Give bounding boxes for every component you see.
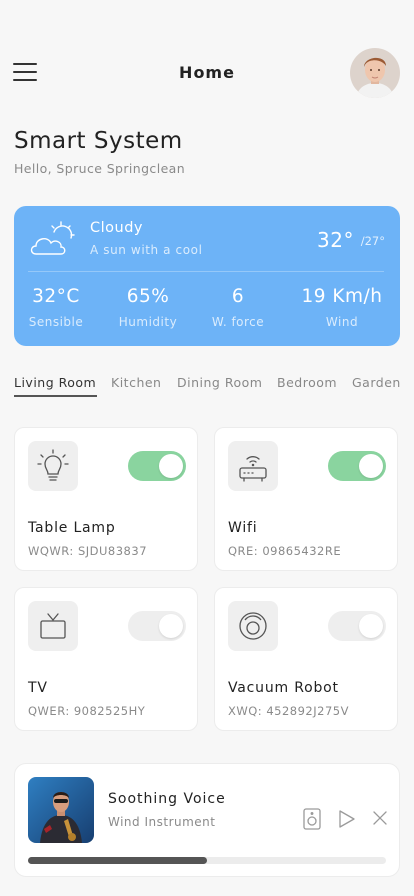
track-subtitle: Wind Instrument [108, 815, 216, 829]
stat-label: Wind [325, 315, 359, 329]
router-icon [228, 441, 278, 491]
device-code: XWQ: 452892J275V [228, 704, 349, 718]
stat-label: Sensible [28, 315, 84, 329]
speaker-icon[interactable] [302, 808, 322, 834]
weather-condition: Cloudy [90, 220, 143, 236]
weather-stat-sensible: 32°C Sensible [12, 286, 100, 329]
weather-stat-wind-force: 6 W. force [194, 286, 282, 329]
tab-bedroom[interactable]: Bedroom [277, 375, 337, 390]
progress-track[interactable] [28, 857, 386, 864]
greeting-text: Hello, Spruce Springclean [14, 161, 186, 176]
album-cover[interactable] [28, 777, 94, 843]
weather-card: Cloudy A sun with a cool 32° /27° 32°C S… [14, 206, 400, 346]
device-card-wifi[interactable]: Wifi QRE: 09865432RE [214, 427, 398, 571]
device-card-table-lamp[interactable]: Table Lamp WQWR: SJDU83837 [14, 427, 198, 571]
weather-divider [28, 271, 384, 272]
toggle-knob [359, 614, 383, 638]
tab-living-room[interactable]: Living Room [14, 375, 96, 390]
device-name: Table Lamp [28, 520, 116, 536]
device-card-tv[interactable]: TV QWER: 9082525HY [14, 587, 198, 731]
stat-value: 65% [126, 286, 170, 307]
tv-icon [28, 601, 78, 651]
power-toggle[interactable] [328, 451, 386, 481]
low-temperature: /27° [360, 234, 385, 248]
weather-stat-wind: 19 Km/h Wind [298, 286, 386, 329]
app-title: Smart System [14, 128, 183, 154]
toggle-knob [159, 614, 183, 638]
device-name: Vacuum Robot [228, 680, 339, 696]
active-tab-indicator [14, 395, 97, 397]
weather-stat-humidity: 65% Humidity [104, 286, 192, 329]
robot-vacuum-icon [228, 601, 278, 651]
stat-label: W. force [211, 315, 265, 329]
power-toggle[interactable] [128, 451, 186, 481]
cloudy-sun-icon [28, 220, 76, 262]
tab-garden[interactable]: Garden [352, 375, 401, 390]
toggle-knob [159, 454, 183, 478]
device-code: QRE: 09865432RE [228, 544, 342, 558]
power-toggle[interactable] [328, 611, 386, 641]
stat-value: 19 Km/h [301, 286, 383, 307]
device-code: WQWR: SJDU83837 [28, 544, 148, 558]
device-name: TV [28, 680, 48, 696]
lightbulb-icon [28, 441, 78, 491]
stat-label: Humidity [118, 315, 178, 329]
current-temperature: 32° [317, 228, 354, 252]
avatar[interactable] [350, 48, 400, 98]
device-code: QWER: 9082525HY [28, 704, 146, 718]
power-toggle[interactable] [128, 611, 186, 641]
stat-value: 32°C [32, 286, 80, 307]
music-player: Soothing Voice Wind Instrument [14, 763, 400, 877]
weather-description: A sun with a cool [90, 243, 203, 257]
toggle-knob [359, 454, 383, 478]
close-icon[interactable] [372, 810, 388, 830]
tab-dining-room[interactable]: Dining Room [177, 375, 262, 390]
stat-value: 6 [231, 286, 245, 307]
tab-kitchen[interactable]: Kitchen [111, 375, 161, 390]
play-icon[interactable] [338, 809, 356, 833]
progress-fill [28, 857, 207, 864]
device-card-vacuum-robot[interactable]: Vacuum Robot XWQ: 452892J275V [214, 587, 398, 731]
device-name: Wifi [228, 520, 258, 536]
track-title: Soothing Voice [108, 791, 226, 807]
